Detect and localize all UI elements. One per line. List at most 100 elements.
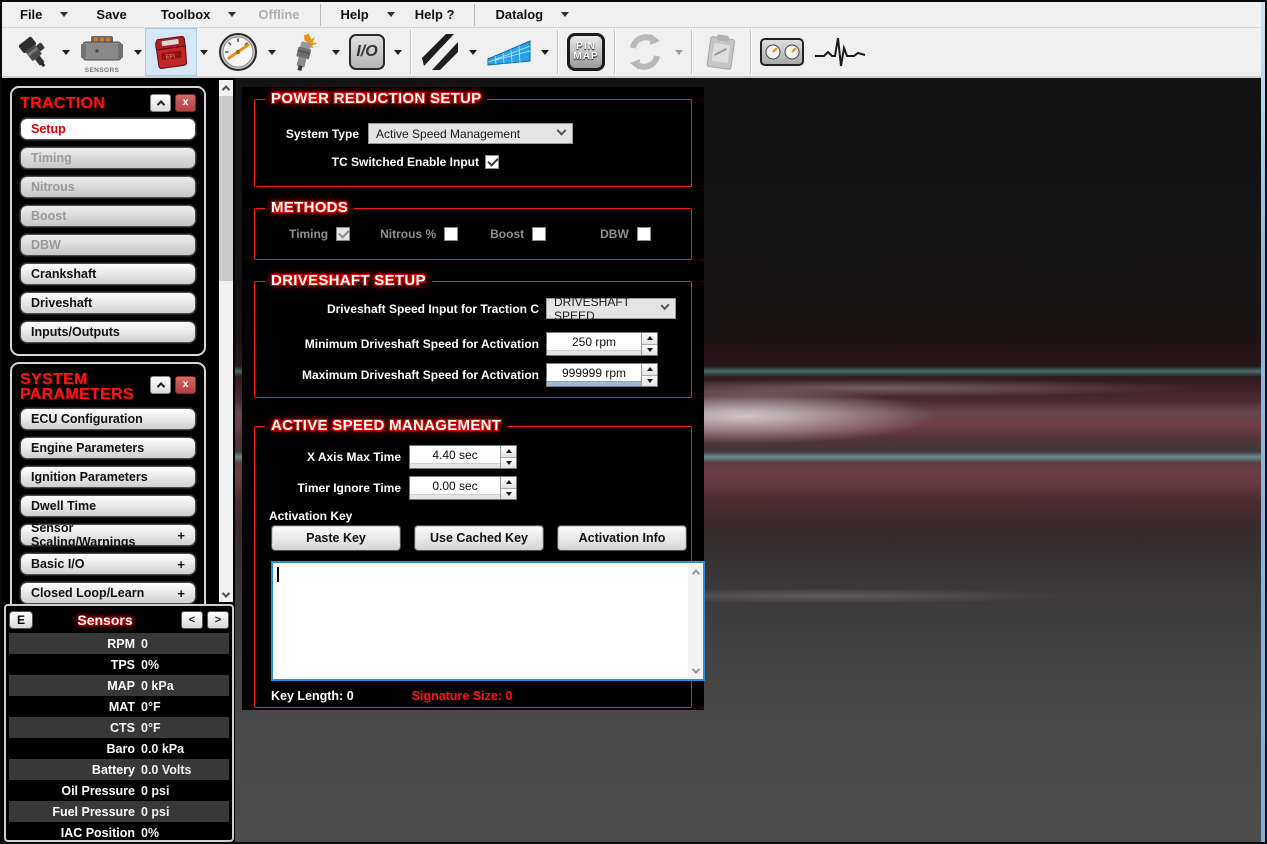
menu-help2[interactable]: Help ?	[405, 7, 465, 22]
chevron-down-icon	[557, 126, 567, 136]
paste-key-button[interactable]: Paste Key	[271, 525, 401, 551]
traction-panel: TRACTION x Setup Timing Nitrous Boost DB…	[10, 86, 206, 356]
gauge-button[interactable]	[212, 29, 264, 75]
xaxis-max-time-label: X Axis Max Time	[255, 450, 401, 464]
menu-datalog-label: Datalog	[491, 7, 547, 22]
expand-sensors-button[interactable]: E	[9, 611, 33, 629]
fuel-injector-button[interactable]	[8, 29, 58, 75]
chevron-down-icon[interactable]	[62, 50, 70, 55]
spark-plug-button[interactable]	[280, 29, 328, 75]
sysparam-item-basic-io[interactable]: Basic I/O +	[20, 553, 196, 575]
traction-item-driveshaft[interactable]: Driveshaft	[20, 292, 196, 314]
spin-up-icon[interactable]	[501, 477, 516, 489]
sidebar-scrollbar[interactable]	[219, 80, 233, 602]
driveshaft-max-spinner[interactable]: 999999 rpm	[546, 363, 658, 387]
spin-down-icon[interactable]	[501, 458, 516, 469]
scrollbar-thumb[interactable]	[219, 96, 233, 281]
sensor-value: 0°F	[135, 721, 221, 735]
spin-down-icon[interactable]	[501, 489, 516, 500]
chevron-down-icon[interactable]	[469, 50, 477, 55]
traction-item-inputs-outputs[interactable]: Inputs/Outputs	[20, 321, 196, 343]
spin-up-icon[interactable]	[642, 333, 657, 345]
menu-file[interactable]: File	[10, 7, 74, 22]
sysparam-item-engine-parameters[interactable]: Engine Parameters	[20, 437, 196, 459]
tc-switched-checkbox[interactable]	[485, 155, 499, 169]
power-reduction-title: POWER REDUCTION SETUP	[265, 90, 487, 107]
driveshaft-input-dropdown[interactable]: DRIVESHAFT SPEED	[546, 298, 676, 319]
chevron-down-icon[interactable]	[134, 50, 142, 55]
scroll-up-icon[interactable]	[688, 564, 703, 579]
spin-down-icon[interactable]	[642, 376, 657, 387]
efi-setup-button[interactable]: EFI	[146, 29, 196, 75]
menu-help[interactable]: Help	[331, 7, 401, 22]
chevron-down-icon[interactable]	[332, 50, 340, 55]
timer-ignore-time-spinner[interactable]: 0.00 sec	[409, 476, 517, 500]
collapse-icon[interactable]	[150, 94, 171, 112]
spinner-track	[410, 463, 500, 468]
use-cached-key-button[interactable]: Use Cached Key	[414, 525, 544, 551]
sensor-value: 0°F	[135, 700, 221, 714]
xaxis-max-time-spinner[interactable]: 4.40 sec	[409, 445, 517, 469]
driveshaft-setup-section: DRIVESHAFT SETUP Driveshaft Speed Input …	[254, 281, 692, 398]
sysparam-item-ecu-configuration[interactable]: ECU Configuration	[20, 408, 196, 430]
sensors-next-button[interactable]: >	[207, 611, 229, 629]
sensors-button[interactable]: SENSORS	[74, 29, 130, 75]
spin-up-icon[interactable]	[501, 446, 516, 458]
expand-plus-icon: +	[177, 528, 185, 543]
pin-map-button[interactable]: PIN MAP	[562, 29, 610, 75]
method-timing-label: Timing	[289, 227, 328, 241]
spin-down-icon[interactable]	[642, 345, 657, 356]
io-button[interactable]: I/O	[344, 29, 390, 75]
method-dbw-checkbox[interactable]	[637, 227, 651, 241]
sensor-label: IAC Position	[17, 826, 135, 840]
sysparam-item-ignition-parameters[interactable]: Ignition Parameters	[20, 466, 196, 488]
sensor-value: 0	[135, 637, 221, 651]
sensors-title: Sensors	[33, 612, 177, 628]
activation-key-textarea[interactable]	[271, 561, 705, 681]
sysparam-item-closed-loop-learn[interactable]: Closed Loop/Learn +	[20, 582, 196, 604]
method-boost-label: Boost	[490, 227, 524, 241]
traction-panel-header: TRACTION x	[20, 94, 196, 112]
spark-plug-icon	[285, 32, 323, 72]
traction-bars-button[interactable]	[415, 29, 465, 75]
sensor-row: Battery0.0 Volts	[9, 759, 229, 780]
spin-up-icon[interactable]	[642, 364, 657, 376]
menu-save[interactable]: Save	[86, 7, 136, 22]
sysparam-item-sensor-scaling[interactable]: Sensor Scaling/Warnings +	[20, 524, 196, 546]
traction-item-nitrous: Nitrous	[20, 176, 196, 198]
close-icon[interactable]: x	[175, 376, 196, 394]
traction-item-crankshaft[interactable]: Crankshaft	[20, 263, 196, 285]
collapse-icon[interactable]	[150, 376, 171, 394]
method-boost-checkbox[interactable]	[532, 227, 546, 241]
datalog-pulse-button[interactable]	[809, 29, 871, 75]
sysparam-item-dwell-time[interactable]: Dwell Time	[20, 495, 196, 517]
table-3d-button[interactable]	[481, 29, 537, 75]
methods-section: METHODS Timing Nitrous % Boost DBW	[254, 208, 692, 260]
activation-info-button[interactable]: Activation Info	[557, 525, 687, 551]
chevron-down-icon[interactable]	[268, 50, 276, 55]
textarea-scrollbar[interactable]	[688, 563, 703, 679]
driveshaft-min-value: 250 rpm	[547, 333, 641, 350]
toolbar-separator	[691, 30, 692, 74]
menu-toolbox[interactable]: Toolbox	[151, 7, 243, 22]
scroll-down-icon[interactable]	[219, 587, 233, 602]
diagonal-stripes-icon	[420, 32, 460, 72]
dashboard-gauges-button[interactable]	[755, 29, 809, 75]
pin-map-icon: PIN MAP	[567, 33, 605, 71]
sensor-label: TPS	[17, 658, 135, 672]
traction-item-setup[interactable]: Setup	[20, 118, 196, 140]
scroll-down-icon[interactable]	[688, 663, 703, 678]
sensor-value: 0 psi	[135, 805, 221, 819]
chevron-down-icon[interactable]	[200, 50, 208, 55]
sensors-header: E Sensors < >	[9, 609, 229, 631]
driveshaft-min-spinner[interactable]: 250 rpm	[546, 332, 658, 356]
scroll-up-icon[interactable]	[219, 80, 233, 95]
chevron-down-icon[interactable]	[541, 50, 549, 55]
sensors-prev-button[interactable]: <	[181, 611, 203, 629]
method-nitrous-checkbox[interactable]	[444, 227, 458, 241]
menu-datalog[interactable]: Datalog	[485, 7, 575, 22]
system-type-dropdown[interactable]: Active Speed Management	[368, 123, 573, 144]
tc-switched-label: TC Switched Enable Input	[255, 155, 479, 169]
chevron-down-icon[interactable]	[394, 50, 402, 55]
close-icon[interactable]: x	[175, 94, 196, 112]
